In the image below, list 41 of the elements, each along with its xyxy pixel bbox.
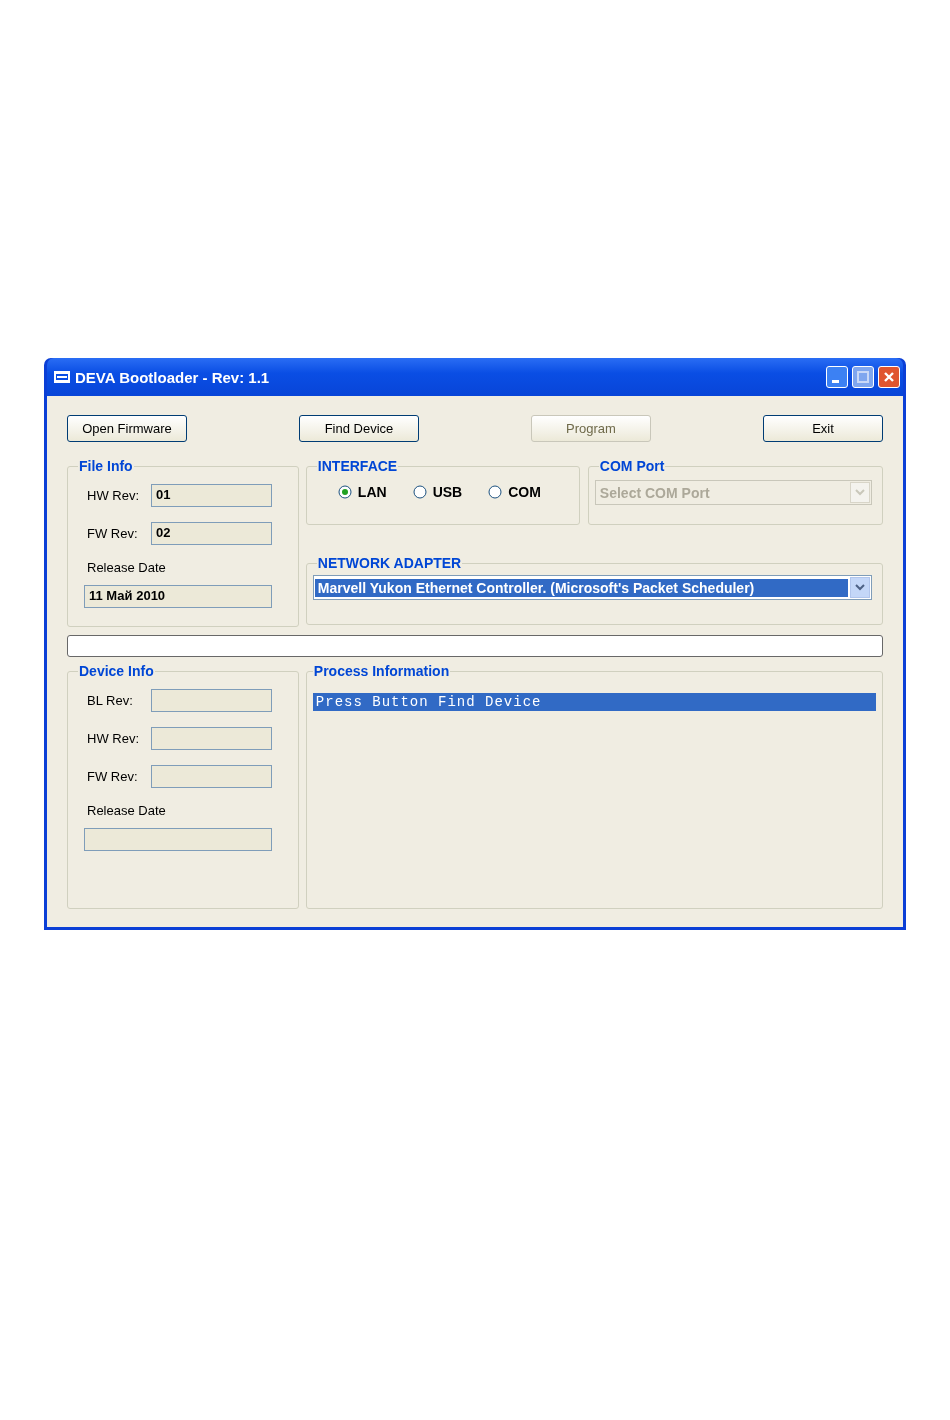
radio-option[interactable]: LAN bbox=[337, 484, 387, 500]
action-button[interactable]: Find Device bbox=[299, 415, 419, 442]
field-label: HW Rev: bbox=[87, 731, 140, 746]
action-button[interactable]: Open Firmware bbox=[67, 415, 187, 442]
field-label: Release Date bbox=[87, 803, 167, 818]
radio-option[interactable]: COM bbox=[488, 484, 541, 500]
minimize-icon bbox=[832, 379, 839, 383]
chevron-down-icon bbox=[855, 584, 865, 591]
action-button[interactable]: Exit bbox=[763, 415, 883, 442]
window-title: DEVA Bootloader - Rev: 1.1 bbox=[75, 368, 271, 386]
minimize-button[interactable] bbox=[826, 366, 848, 388]
chevron-down-icon bbox=[855, 489, 865, 496]
group-title: File Info bbox=[78, 458, 134, 474]
group-title: Device Info bbox=[78, 663, 155, 679]
maximize-button[interactable] bbox=[852, 366, 874, 388]
text-field[interactable] bbox=[151, 765, 272, 788]
group-title: COM Port bbox=[598, 458, 666, 474]
group-title: NETWORK ADAPTER bbox=[316, 555, 463, 571]
text-field[interactable]: 01 bbox=[151, 484, 272, 507]
field-label: FW Rev: bbox=[87, 526, 139, 541]
text-field[interactable]: 02 bbox=[151, 522, 272, 545]
field-label: BL Rev: bbox=[87, 693, 134, 708]
field-label: Release Date bbox=[87, 560, 167, 575]
group-title: INTERFACE bbox=[316, 458, 399, 474]
radio-icon[interactable] bbox=[488, 485, 503, 499]
text-field[interactable] bbox=[151, 727, 272, 750]
field-label: FW Rev: bbox=[87, 769, 139, 784]
maximize-icon bbox=[857, 371, 869, 383]
radio-icon[interactable] bbox=[337, 485, 352, 499]
window-icon bbox=[53, 370, 71, 384]
radio-icon[interactable] bbox=[412, 485, 427, 499]
close-button[interactable] bbox=[878, 366, 900, 388]
text-field[interactable] bbox=[151, 689, 272, 712]
adapter-dropdown[interactable]: Marvell Yukon Ethernet Controller. (Microsoft's Packet Scheduler) bbox=[312, 575, 872, 600]
radio-option[interactable]: USB bbox=[412, 484, 463, 500]
close-icon bbox=[883, 371, 895, 383]
date-field[interactable] bbox=[84, 828, 272, 851]
field-label: HW Rev: bbox=[87, 488, 140, 503]
dropdown-button[interactable] bbox=[850, 577, 870, 598]
date-field[interactable]: 11 Май 2010 bbox=[84, 585, 272, 608]
group-title: Process Information bbox=[312, 663, 451, 679]
